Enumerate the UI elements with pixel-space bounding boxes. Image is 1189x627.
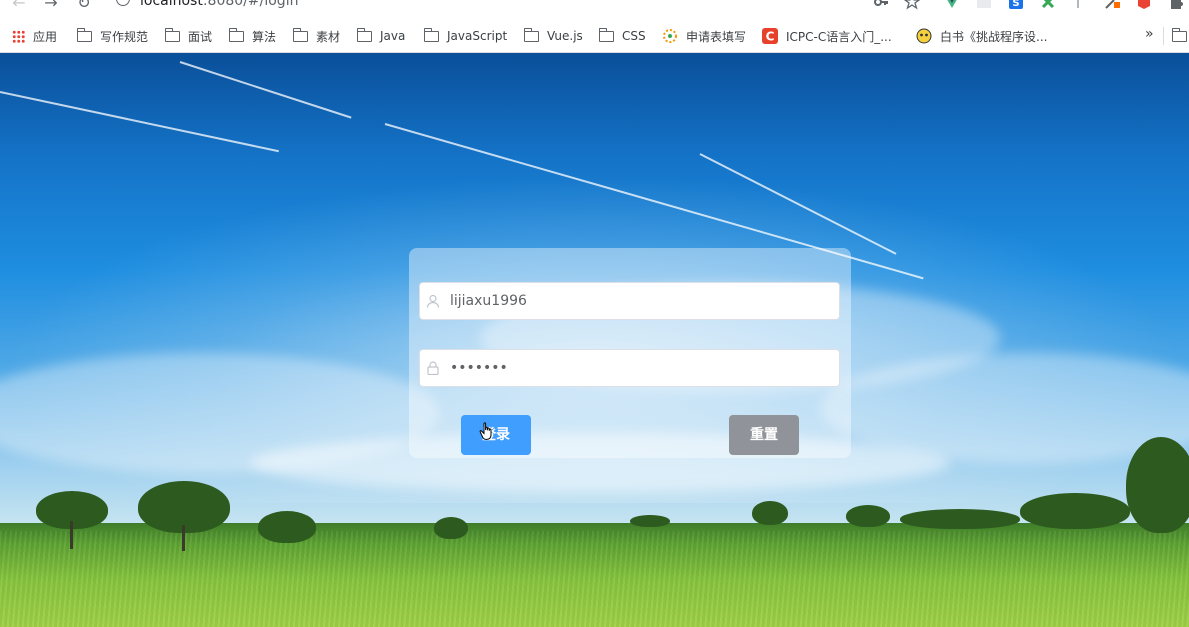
folder-icon xyxy=(598,27,614,42)
bookmarks-divider xyxy=(1163,27,1164,45)
key-icon[interactable] xyxy=(873,0,889,10)
tree xyxy=(434,517,468,539)
bookmark-label: 面试 xyxy=(188,29,213,44)
hand-pointer-cursor-icon xyxy=(479,422,492,440)
bookmark-label: ICPC-C语言入门_... xyxy=(786,29,892,44)
reset-button[interactable]: 重置 xyxy=(729,415,799,455)
folder-icon xyxy=(1171,27,1187,42)
site-favicon-c-icon: C xyxy=(762,28,778,44)
more-bookmarks-button[interactable]: » xyxy=(1145,26,1154,42)
extension-s-icon[interactable]: S xyxy=(1008,0,1024,10)
user-icon xyxy=(426,294,440,308)
bookmark-site[interactable]: 白书《挑战程序设... xyxy=(916,27,1047,45)
folder-icon xyxy=(292,27,308,42)
bookmark-folder[interactable]: 算法 xyxy=(228,27,277,45)
password-input[interactable] xyxy=(450,350,830,386)
folder-icon xyxy=(423,27,439,42)
bookmark-label: 算法 xyxy=(252,29,277,44)
bookmark-label: Vue.js xyxy=(547,29,583,43)
login-page: 登录 重置 xyxy=(0,53,1189,627)
url-path: :8080/#/login xyxy=(202,0,299,9)
tree-trunk xyxy=(182,525,185,551)
folder-icon xyxy=(164,27,180,42)
site-favicon-icon xyxy=(916,28,932,44)
bookmark-label: JavaScript xyxy=(447,29,508,43)
bookmarks-bar: 应用 写作规范 面试 算法 素材 Java JavaScript Vue.js … xyxy=(0,20,1189,53)
bookmark-folder[interactable]: 面试 xyxy=(164,27,213,45)
extension-x-icon[interactable] xyxy=(1040,0,1056,10)
extension-box-icon[interactable] xyxy=(1136,0,1152,10)
folder-icon xyxy=(228,27,244,42)
svg-text:C: C xyxy=(766,30,775,44)
bookmark-label: Java xyxy=(380,29,406,43)
login-button[interactable]: 登录 xyxy=(461,415,531,455)
password-field[interactable] xyxy=(419,349,840,387)
browser-toolbar: ← → ↻ i localhost:8080/#/login S xyxy=(0,0,1189,20)
login-form: 登录 重置 xyxy=(409,248,851,458)
tree xyxy=(846,505,890,527)
bookmark-folder[interactable]: 素材 xyxy=(292,27,341,45)
bookmark-folder[interactable]: Java xyxy=(356,27,406,45)
lock-icon xyxy=(427,361,439,375)
grass-texture xyxy=(0,531,1189,627)
extension-tools-icon[interactable] xyxy=(1104,0,1120,10)
bookmark-site[interactable]: 申请表填写 xyxy=(662,27,746,45)
bookmark-site[interactable]: C ICPC-C语言入门_... xyxy=(762,27,892,45)
bookmark-folder[interactable]: 写作规范 xyxy=(76,27,149,45)
site-info-icon[interactable]: i xyxy=(116,0,130,6)
other-bookmarks-folder[interactable] xyxy=(1171,27,1189,45)
extension-image-icon[interactable] xyxy=(976,0,992,10)
bookmark-label: 写作规范 xyxy=(100,29,149,44)
site-favicon-icon xyxy=(663,29,677,43)
apps-grid-icon xyxy=(12,29,25,43)
extensions-puzzle-icon[interactable] xyxy=(1168,0,1184,10)
folder-icon xyxy=(76,27,92,42)
folder-icon xyxy=(523,27,539,42)
bookmark-label: 素材 xyxy=(316,29,341,44)
tree xyxy=(258,511,316,543)
tree xyxy=(900,509,1020,529)
folder-icon xyxy=(356,27,372,42)
tree-trunk xyxy=(70,521,73,549)
back-arrow-icon[interactable]: ← xyxy=(8,0,30,14)
bookmark-label: 白书《挑战程序设... xyxy=(940,29,1048,44)
forward-arrow-icon[interactable]: → xyxy=(40,0,62,14)
contrail xyxy=(0,91,279,153)
url-host: localhost xyxy=(140,0,203,9)
username-field[interactable] xyxy=(419,282,840,320)
extension-cursor-icon[interactable] xyxy=(1072,0,1088,10)
bookmark-label: CSS xyxy=(622,29,646,43)
bookmark-star-icon[interactable] xyxy=(904,0,920,10)
bookmark-folder[interactable]: CSS xyxy=(598,27,646,45)
tree xyxy=(752,501,788,525)
bookmark-folder[interactable]: Vue.js xyxy=(523,27,583,45)
tree xyxy=(1020,493,1130,529)
tree xyxy=(630,515,670,527)
bookmark-apps[interactable]: 应用 xyxy=(12,27,57,45)
bookmark-folder[interactable]: JavaScript xyxy=(423,27,508,45)
username-input[interactable] xyxy=(450,283,830,319)
vue-devtools-icon[interactable] xyxy=(944,0,960,10)
bookmark-label: 申请表填写 xyxy=(686,29,747,44)
address-bar[interactable]: localhost:8080/#/login xyxy=(140,0,298,10)
tree xyxy=(1126,437,1189,533)
bookmark-label: 应用 xyxy=(33,29,58,44)
contrail xyxy=(179,61,352,119)
reload-icon[interactable]: ↻ xyxy=(73,0,95,14)
svg-text:S: S xyxy=(1012,0,1019,9)
